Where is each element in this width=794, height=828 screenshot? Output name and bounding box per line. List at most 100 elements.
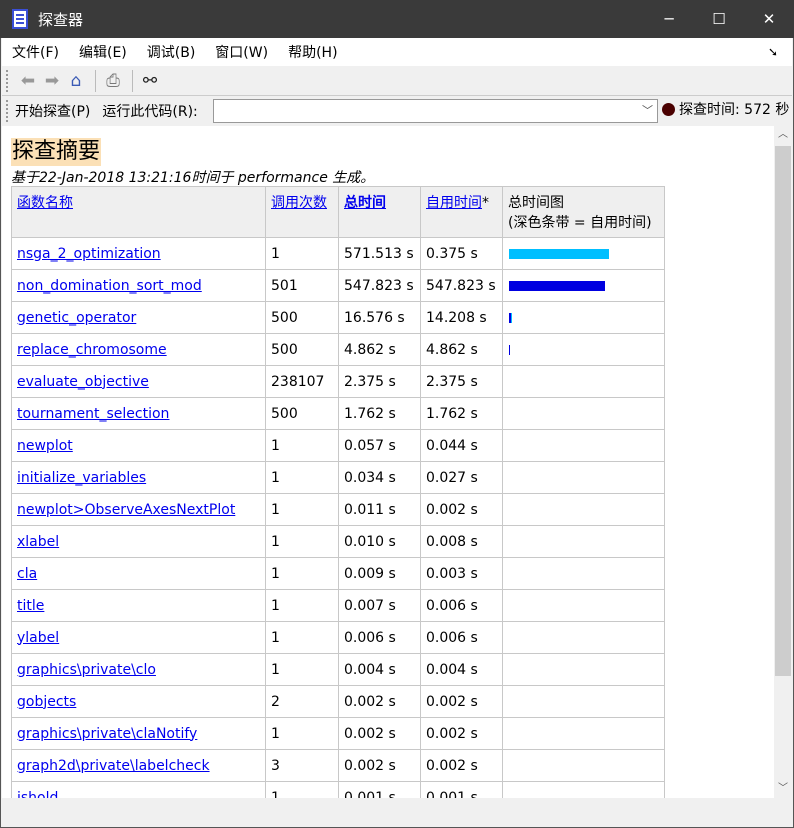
run-code-label: 运行此代码(R): <box>102 104 198 120</box>
menu-debug[interactable]: 调试(B) <box>147 42 196 62</box>
function-link[interactable]: graph2d\private\labelcheck <box>17 758 210 774</box>
graph-header-line2: (深色条带 = 自用时间) <box>508 215 652 231</box>
scrollbar-thumb[interactable] <box>775 146 791 676</box>
header-graph: 总时间图 (深色条带 = 自用时间) <box>502 186 665 238</box>
scroll-down-icon[interactable]: ﹀ <box>774 780 792 798</box>
function-link[interactable]: initialize_variables <box>17 470 146 486</box>
sort-by-self-link[interactable]: 自用时间 <box>426 195 482 211</box>
run-code-input[interactable]: ﹀ <box>213 99 658 123</box>
calls-cell: 501 <box>265 269 339 302</box>
function-link[interactable]: tournament_selection <box>17 406 169 422</box>
page-title: 探查摘要 <box>11 138 102 166</box>
toolbar-grip[interactable] <box>6 69 9 92</box>
close-button[interactable]: ✕ <box>744 0 794 38</box>
status-area <box>2 798 792 826</box>
self-time-cell: 1.762 s <box>420 397 503 430</box>
table-row: graphics\private\claNotify 1 0.002 s 0.0… <box>11 717 665 750</box>
calls-cell: 1 <box>265 525 339 558</box>
function-link[interactable]: genetic_operator <box>17 310 136 326</box>
total-time-cell: 0.004 s <box>338 653 421 686</box>
self-time-bar <box>509 313 512 323</box>
minimize-button[interactable]: ─ <box>644 0 694 38</box>
time-graph-cell <box>502 685 665 718</box>
header-function-name[interactable]: 函数名称 <box>11 186 266 238</box>
total-time-cell: 0.010 s <box>338 525 421 558</box>
self-time-cell: 0.003 s <box>420 557 503 590</box>
total-time-cell: 0.002 s <box>338 749 421 782</box>
function-link[interactable]: xlabel <box>17 534 59 550</box>
function-link[interactable]: graphics\private\clo <box>17 662 156 678</box>
scroll-up-icon[interactable]: ︿ <box>774 126 792 144</box>
function-link[interactable]: nsga_2_optimization <box>17 246 161 262</box>
function-name-cell: genetic_operator <box>11 301 266 334</box>
calls-cell: 500 <box>265 301 339 334</box>
menu-edit[interactable]: 编辑(E) <box>79 42 127 62</box>
function-link[interactable]: newplot <box>17 438 73 454</box>
calls-cell: 1 <box>265 653 339 686</box>
self-time-cell: 0.002 s <box>420 749 503 782</box>
forward-icon[interactable]: ➡ <box>41 70 63 92</box>
table-row: graph2d\private\labelcheck 3 0.002 s 0.0… <box>11 749 665 782</box>
calls-cell: 1 <box>265 621 339 654</box>
sort-by-total-link[interactable]: 总时间 <box>344 195 386 211</box>
function-link[interactable]: title <box>17 598 44 614</box>
print-icon[interactable]: ⎙ <box>102 70 124 92</box>
function-name-cell: tournament_selection <box>11 397 266 430</box>
function-name-cell: graph2d\private\labelcheck <box>11 749 266 782</box>
function-link[interactable]: newplot>ObserveAxesNextPlot <box>17 502 235 518</box>
total-time-cell: 0.034 s <box>338 461 421 494</box>
function-link[interactable]: gobjects <box>17 694 76 710</box>
table-row: genetic_operator 500 16.576 s 14.208 s <box>11 301 665 334</box>
home-icon[interactable]: ⌂ <box>65 70 87 92</box>
function-link[interactable]: non_domination_sort_mod <box>17 278 202 294</box>
calls-cell: 500 <box>265 397 339 430</box>
maximize-button[interactable]: ☐ <box>694 0 744 38</box>
self-time-cell: 4.862 s <box>420 333 503 366</box>
menu-file[interactable]: 文件(F) <box>12 42 59 62</box>
function-link[interactable]: cla <box>17 566 37 582</box>
calls-cell: 238107 <box>265 365 339 398</box>
menu-help[interactable]: 帮助(H) <box>288 42 337 62</box>
table-row: ylabel 1 0.006 s 0.006 s <box>11 621 665 654</box>
header-self-time[interactable]: 自用时间* <box>420 186 503 238</box>
time-graph-cell <box>502 365 665 398</box>
total-time-cell: 0.002 s <box>338 685 421 718</box>
self-time-cell: 2.375 s <box>420 365 503 398</box>
function-link[interactable]: ylabel <box>17 630 59 646</box>
total-time-cell: 2.375 s <box>338 365 421 398</box>
toolbar-divider <box>132 69 133 92</box>
self-time-cell: 0.027 s <box>420 461 503 494</box>
total-time-bar <box>509 281 605 291</box>
window-title: 探查器 <box>38 10 84 29</box>
vertical-scrollbar[interactable]: ︿ ﹀ <box>774 126 792 798</box>
time-graph-cell <box>502 781 665 798</box>
function-link[interactable]: evaluate_objective <box>17 374 149 390</box>
title-bar: 探查器 ─ ☐ ✕ <box>0 0 794 38</box>
time-graph-cell <box>502 589 665 622</box>
function-link[interactable]: ishold <box>17 790 58 799</box>
table-row: title 1 0.007 s 0.006 s <box>11 589 665 622</box>
function-link[interactable]: replace_chromosome <box>17 342 167 358</box>
sort-by-name-link[interactable]: 函数名称 <box>17 195 73 211</box>
function-link[interactable]: graphics\private\claNotify <box>17 726 197 742</box>
binoculars-icon[interactable]: ⚯ <box>139 70 161 92</box>
total-time-cell: 0.009 s <box>338 557 421 590</box>
function-name-cell: gobjects <box>11 685 266 718</box>
sort-by-calls-link[interactable]: 调用次数 <box>271 195 327 211</box>
self-time-bar <box>509 345 510 355</box>
time-graph-cell <box>502 653 665 686</box>
menu-window[interactable]: 窗口(W) <box>215 42 268 62</box>
header-calls[interactable]: 调用次数 <box>265 186 339 238</box>
undock-icon[interactable]: ➘ <box>768 45 778 59</box>
chevron-down-icon[interactable]: ﹀ <box>642 102 653 118</box>
self-time-cell: 0.002 s <box>420 685 503 718</box>
total-time-bar <box>509 249 609 259</box>
table-row: cla 1 0.009 s 0.003 s <box>11 557 665 590</box>
start-profiling-button[interactable]: 开始探查(P) <box>15 101 90 121</box>
table-row: graphics\private\clo 1 0.004 s 0.004 s <box>11 653 665 686</box>
header-total-time[interactable]: 总时间 <box>338 186 421 238</box>
toolbar-divider <box>95 69 96 92</box>
back-icon[interactable]: ⬅ <box>17 70 39 92</box>
toolbar-grip[interactable] <box>6 100 9 122</box>
self-time-cell: 0.001 s <box>420 781 503 798</box>
